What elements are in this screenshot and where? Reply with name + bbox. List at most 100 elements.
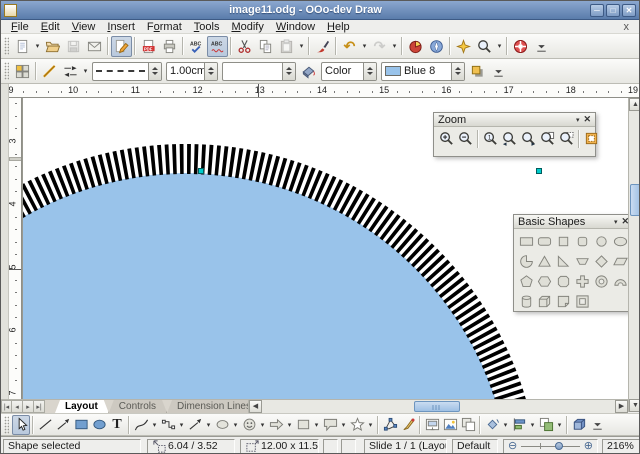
arrow-style-dropdown-icon[interactable]: ▾ [81,67,90,75]
zoom-dropdown-icon[interactable]: ▾ [495,42,504,50]
scroll-down-icon[interactable]: ▼ [629,399,640,412]
ellipse-shape-fill[interactable] [23,173,511,399]
select-button[interactable] [12,415,30,435]
regular-pentagon-shape-button[interactable] [517,272,535,290]
next-page-icon[interactable]: ▸ [23,400,34,413]
edit-points-button[interactable] [381,415,399,435]
glue-points-button[interactable] [399,415,417,435]
tab-layout[interactable]: Layout [55,400,109,413]
minimize-button[interactable]: ─ [590,4,604,17]
scroll-left-icon[interactable]: ◀ [249,400,262,413]
previous-page-icon[interactable]: ◂ [12,400,23,413]
zoom-entire-page-button[interactable] [538,129,557,148]
lines-and-arrows-dropdown-icon[interactable]: ▾ [204,421,213,429]
area-style-button[interactable] [298,61,319,82]
toolbar-grip[interactable] [4,416,9,434]
basic-shapes-button[interactable] [213,415,231,435]
cylinder-shape-button[interactable] [517,292,535,310]
menu-edit[interactable]: Edit [35,21,66,33]
rectangle-button[interactable] [72,415,90,435]
gallery-button[interactable] [453,36,474,57]
menu-help[interactable]: Help [321,21,356,33]
redo-dropdown-icon[interactable]: ▾ [390,42,399,50]
ellipse-shape-button[interactable] [611,232,629,250]
block-arc-shape-button[interactable] [611,272,629,290]
cross-shape-button[interactable] [574,272,592,290]
flowcharts-dropdown-icon[interactable]: ▾ [312,421,321,429]
zoom-out-button[interactable] [456,129,475,148]
flowcharts-button[interactable] [294,415,312,435]
circle-shape-button[interactable] [592,232,610,250]
effects-rotate-button[interactable] [483,415,501,435]
gallery-button[interactable] [441,415,459,435]
line-color-stepper[interactable] [282,63,295,80]
zoom-slider-thumb[interactable] [555,442,563,450]
arrange-button[interactable] [537,415,555,435]
zoom-percent-cell[interactable]: 216% [602,439,640,454]
line-width-stepper[interactable] [204,63,217,80]
line-ends-with-arrow-button[interactable] [54,415,72,435]
styles-and-formatting-button[interactable] [12,61,33,82]
new-document-dropdown-icon[interactable]: ▾ [33,42,42,50]
square-shape-button[interactable] [555,232,573,250]
right-triangle-shape-button[interactable] [555,252,573,270]
line-color-combobox[interactable] [222,62,296,81]
folded-corner-shape-button[interactable] [555,292,573,310]
stars-button[interactable] [348,415,366,435]
effects-rotate-dropdown-icon[interactable]: ▾ [501,421,510,429]
toolbar-options-button[interactable] [588,415,606,435]
vertical-scroll-thumb[interactable] [630,184,640,216]
cube-shape-button[interactable] [536,292,554,310]
export-as-pdf-button[interactable]: PDF [138,36,159,57]
rounded-rectangle-shape-button[interactable] [536,232,554,250]
menu-insert[interactable]: Insert [101,21,141,33]
edit-file-button[interactable] [111,36,132,57]
diamond-shape-button[interactable] [592,252,610,270]
symbol-shapes-dropdown-icon[interactable]: ▾ [258,421,267,429]
cut-button[interactable] [234,36,255,57]
help-button[interactable] [510,36,531,57]
zoom-previous-button[interactable] [500,129,519,148]
vertical-scrollbar[interactable]: ▲ ▼ [628,98,640,412]
horizontal-scroll-thumb[interactable] [414,401,460,412]
block-arrows-dropdown-icon[interactable]: ▾ [285,421,294,429]
menu-modify[interactable]: Modify [225,21,269,33]
zoom-slider-track[interactable] [521,446,580,447]
maximize-button[interactable]: □ [606,4,620,17]
zoom-button[interactable] [474,36,495,57]
toolbar-grip[interactable] [4,62,9,80]
circle-pie-shape-button[interactable] [517,252,535,270]
panel-menu-icon[interactable]: ▾ [576,116,580,124]
line-button[interactable] [36,415,54,435]
stars-dropdown-icon[interactable]: ▾ [366,421,375,429]
connector-button[interactable] [159,415,177,435]
vertical-ruler[interactable]: 34567 [9,98,22,399]
basic-shapes-floating-toolbar[interactable]: Basic Shapes ▾ ✕ [513,214,634,312]
menu-file[interactable]: File [5,21,35,33]
new-document-button[interactable] [12,36,33,57]
panel-menu-icon[interactable]: ▾ [614,218,618,226]
line-dialog-button[interactable] [39,61,60,82]
line-width-combobox[interactable]: 1.00cm [166,62,218,81]
menu-tools[interactable]: Tools [188,21,226,33]
ring-shape-button[interactable] [592,272,610,290]
octagon-shape-button[interactable] [555,272,573,290]
ellipse-button[interactable] [90,415,108,435]
rounded-square-shape-button[interactable] [574,232,592,250]
slide-indicator-cell[interactable]: Slide 1 / 1 (Layout) [364,439,447,454]
tab-controls[interactable]: Controls [109,400,167,413]
menu-view[interactable]: View [66,21,102,33]
arrange-dropdown-icon[interactable]: ▾ [555,421,564,429]
paste-dropdown-icon[interactable]: ▾ [297,42,306,50]
fill-type-combobox[interactable]: Color [321,62,377,81]
cursor-position-cell[interactable]: 6.04 / 3.52 [147,439,235,454]
text-button[interactable]: T [108,415,126,435]
line-style-stepper[interactable] [148,63,161,80]
last-page-icon[interactable]: ▸| [34,400,45,413]
curve-button[interactable] [132,415,150,435]
zoom-slider-cell[interactable]: ⊖ ⊕ [503,439,598,454]
print-button[interactable] [159,36,180,57]
document-close-button[interactable]: x [618,21,636,33]
callouts-button[interactable] [321,415,339,435]
zoom-in-icon[interactable]: ⊕ [584,441,593,452]
